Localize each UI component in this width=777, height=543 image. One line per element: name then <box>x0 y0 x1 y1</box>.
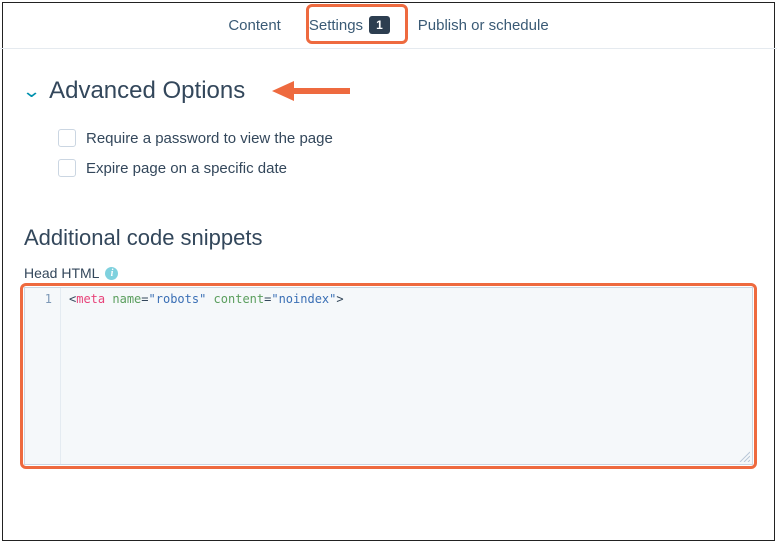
chevron-down-icon: ⌄ <box>22 81 42 102</box>
annotation-arrow-icon <box>272 79 352 103</box>
tab-content[interactable]: Content <box>228 17 281 34</box>
tabs-bar: Content Settings 1 Publish or schedule <box>0 0 777 49</box>
advanced-options-toggle[interactable]: ⌄ Advanced Options <box>24 77 753 105</box>
editor-body[interactable]: <meta name="robots" content="noindex"> <box>61 288 752 464</box>
head-html-editor-wrap: 1 <meta name="robots" content="noindex"> <box>24 287 753 465</box>
tab-settings[interactable]: Settings 1 <box>309 16 390 34</box>
tab-publish[interactable]: Publish or schedule <box>418 17 549 34</box>
settings-badge: 1 <box>369 16 390 34</box>
editor-gutter: 1 <box>25 288 61 464</box>
line-number: 1 <box>25 292 52 306</box>
resize-handle-icon[interactable] <box>738 450 750 462</box>
advanced-options-title: Advanced Options <box>49 77 245 105</box>
tab-settings-label: Settings <box>309 17 363 34</box>
head-html-editor[interactable]: 1 <meta name="robots" content="noindex"> <box>24 287 753 465</box>
